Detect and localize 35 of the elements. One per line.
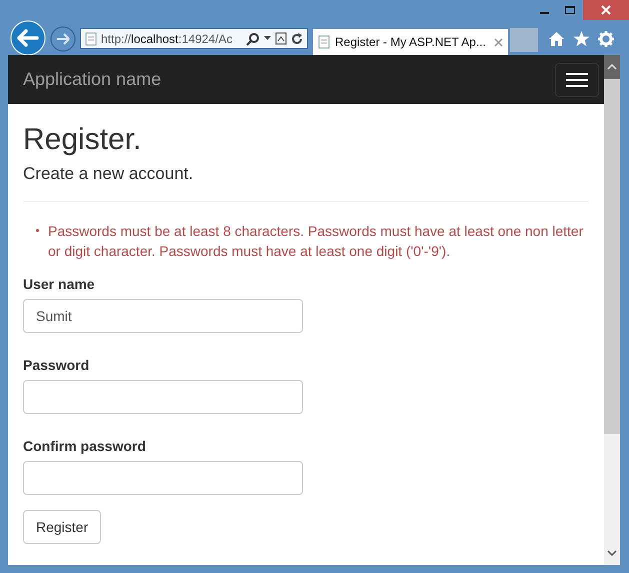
scrollbar[interactable] — [604, 55, 620, 565]
input-field[interactable] — [23, 461, 303, 495]
close-icon — [601, 5, 611, 15]
caret-icon[interactable] — [264, 36, 271, 41]
home-icon[interactable] — [548, 30, 565, 46]
close-tab-icon[interactable] — [494, 38, 503, 46]
brand-link[interactable]: Application name — [23, 66, 162, 93]
address-bar[interactable]: http://localhost:14924/Ac — [80, 28, 308, 49]
compatibility-icon[interactable] — [275, 32, 287, 45]
scroll-thumb[interactable] — [604, 79, 620, 434]
menu-button[interactable] — [555, 62, 599, 96]
field-label: User name — [23, 275, 96, 294]
field-label: Confirm password — [23, 437, 147, 456]
tab-title: Register - My ASP.NET Ap... — [335, 34, 487, 51]
page-icon — [318, 35, 330, 49]
browser-tab[interactable]: Register - My ASP.NET Ap... — [313, 29, 508, 55]
settings-icon[interactable] — [598, 30, 614, 46]
bullet-icon — [36, 229, 39, 232]
refresh-icon[interactable] — [291, 32, 303, 44]
field-label: Password — [23, 356, 90, 375]
input-field[interactable] — [23, 380, 303, 414]
input-field[interactable]: Sumit — [23, 299, 303, 333]
search-icon[interactable] — [246, 32, 260, 46]
url-text: http://localhost:14924/Ac — [101, 30, 234, 48]
close-button[interactable] — [583, 0, 629, 20]
scroll-up-icon[interactable] — [607, 64, 617, 70]
error-message: Passwords must be at least 8 characters. Passwords must have at least one non letter or digit character. Passwords must have at least one digit ('0'-'9'). — [48, 223, 584, 259]
page-icon — [85, 32, 97, 46]
back-button[interactable] — [10, 20, 46, 56]
forward-button[interactable] — [50, 26, 76, 52]
star-icon[interactable] — [573, 30, 590, 46]
page-subtitle: Create a new account. — [23, 163, 194, 185]
register-button[interactable]: Register — [23, 510, 102, 544]
page-title: Register. — [23, 122, 142, 158]
scroll-down-icon[interactable] — [607, 550, 617, 556]
